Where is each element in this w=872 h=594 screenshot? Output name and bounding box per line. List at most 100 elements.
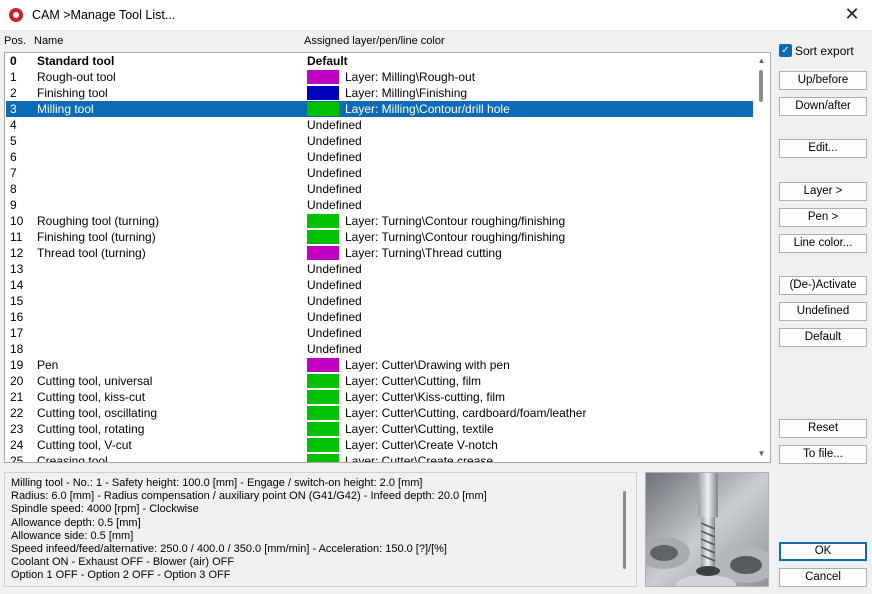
tool-row[interactable]: 14 Undefined xyxy=(6,277,754,293)
tool-position: 2 xyxy=(10,86,17,100)
tool-position: 15 xyxy=(10,294,24,308)
tool-row[interactable]: 5 Undefined xyxy=(6,133,754,149)
deactivate-button[interactable]: (De-)Activate xyxy=(779,276,867,295)
column-header-assignment[interactable]: Assigned layer/pen/line color xyxy=(304,35,445,47)
tool-position: 19 xyxy=(10,358,24,372)
tool-position: 13 xyxy=(10,262,24,276)
tool-detail-line: Allowance side: 0.5 [mm] xyxy=(11,529,134,542)
tool-assignment: Layer: Cutter\Create crease xyxy=(345,454,494,463)
default-button[interactable]: Default xyxy=(779,328,867,347)
tool-row[interactable]: 15 Undefined xyxy=(6,293,754,309)
to-file-button[interactable]: To file... xyxy=(779,445,867,464)
tool-position: 25 xyxy=(10,454,24,463)
color-swatch xyxy=(307,390,339,404)
edit-button[interactable]: Edit... xyxy=(779,139,867,158)
tool-position: 14 xyxy=(10,278,24,292)
color-swatch xyxy=(307,406,339,420)
tool-position: 1 xyxy=(10,70,17,84)
list-scrollbar[interactable]: ▲ ▼ xyxy=(753,53,770,462)
tool-row[interactable]: 12 Thread tool (turning) Layer: Turning\Th… xyxy=(6,245,754,261)
down-after-button[interactable]: Down/after xyxy=(779,97,867,116)
layer-button[interactable]: Layer > xyxy=(779,182,867,201)
tool-row[interactable]: 20 Cutting tool, universal Layer: Cutter\C… xyxy=(6,373,754,389)
tool-name: Standard tool xyxy=(37,54,115,68)
tool-row[interactable]: 16 Undefined xyxy=(6,309,754,325)
tool-assignment: Layer: Turning\Contour roughing/finishin… xyxy=(345,214,566,228)
tool-position: 16 xyxy=(10,310,24,324)
tool-row[interactable]: 11 Finishing tool (turning) Layer: Turning… xyxy=(6,229,754,245)
tool-row[interactable]: 19 Pen Layer: Cutter\Drawing with pen xyxy=(6,357,754,373)
undefined-button[interactable]: Undefined xyxy=(779,302,867,321)
tool-position: 18 xyxy=(10,342,24,356)
tool-list[interactable]: 0 Standard tool Default 1 Rough-out tool Laye… xyxy=(4,52,771,463)
tool-row[interactable]: 9 Undefined xyxy=(6,197,754,213)
close-icon[interactable]: ✕ xyxy=(842,4,862,24)
tool-position: 22 xyxy=(10,406,24,420)
tool-assignment: Undefined xyxy=(307,310,362,324)
details-scrollbar[interactable] xyxy=(623,491,626,569)
up-before-button[interactable]: Up/before xyxy=(779,71,867,90)
tool-position: 0 xyxy=(10,54,17,68)
tool-assignment: Undefined xyxy=(307,342,362,356)
tool-assignment: Undefined xyxy=(307,134,362,148)
tool-detail-line: Allowance depth: 0.5 [mm] xyxy=(11,516,141,529)
tool-row[interactable]: 18 Undefined xyxy=(6,341,754,357)
tool-name: Milling tool xyxy=(37,102,94,116)
tool-assignment: Layer: Turning\Thread cutting xyxy=(345,246,502,260)
color-swatch xyxy=(307,454,339,462)
tool-row[interactable]: 6 Undefined xyxy=(6,149,754,165)
tool-row[interactable]: 7 Undefined xyxy=(6,165,754,181)
pen-button[interactable]: Pen > xyxy=(779,208,867,227)
scroll-thumb[interactable] xyxy=(759,70,763,102)
tool-row[interactable]: 23 Cutting tool, rotating Layer: Cutter\Cu… xyxy=(6,421,754,437)
column-header-name[interactable]: Name xyxy=(34,35,63,47)
tool-row[interactable]: 4 Undefined xyxy=(6,117,754,133)
tool-assignment: Undefined xyxy=(307,278,362,292)
tool-row[interactable]: 0 Standard tool Default xyxy=(6,53,754,69)
tool-name: Thread tool (turning) xyxy=(37,246,146,260)
tool-assignment: Undefined xyxy=(307,262,362,276)
cancel-button[interactable]: Cancel xyxy=(779,568,867,587)
ok-button[interactable]: OK xyxy=(779,542,867,561)
tool-name: Rough-out tool xyxy=(37,70,116,84)
tool-position: 7 xyxy=(10,166,17,180)
color-swatch xyxy=(307,230,339,244)
tool-assignment: Layer: Turning\Contour roughing/finishin… xyxy=(345,230,566,244)
tool-detail-line: Option 1 OFF - Option 2 OFF - Option 3 O… xyxy=(11,569,231,582)
color-swatch xyxy=(307,422,339,436)
tool-assignment: Undefined xyxy=(307,150,362,164)
tool-position: 5 xyxy=(10,134,17,148)
color-swatch xyxy=(307,358,339,372)
tool-assignment: Undefined xyxy=(307,198,362,212)
tool-row[interactable]: 2 Finishing tool Layer: Milling\Finishing xyxy=(6,85,754,101)
tool-assignment: Layer: Cutter\Create V-notch xyxy=(345,438,498,452)
tool-row[interactable]: 17 Undefined xyxy=(6,325,754,341)
reset-button[interactable]: Reset xyxy=(779,419,867,438)
tool-assignment: Layer: Milling\Contour/drill hole xyxy=(345,102,510,116)
tool-assignment: Layer: Cutter\Cutting, cardboard/foam/le… xyxy=(345,406,587,420)
line-color-button[interactable]: Line color... xyxy=(779,234,867,253)
scroll-up-arrow-icon[interactable]: ▲ xyxy=(753,53,770,69)
tool-row[interactable]: 24 Cutting tool, V-cut Layer: Cutter\Creat… xyxy=(6,437,754,453)
tool-row[interactable]: 13 Undefined xyxy=(6,261,754,277)
tool-position: 24 xyxy=(10,438,24,452)
tool-position: 12 xyxy=(10,246,24,260)
tool-row[interactable]: 22 Cutting tool, oscillating Layer: Cutter… xyxy=(6,405,754,421)
tool-row[interactable]: 1 Rough-out tool Layer: Milling\Rough-out xyxy=(6,69,754,85)
tool-assignment: Layer: Cutter\Drawing with pen xyxy=(345,358,510,372)
tool-row[interactable]: 3 Milling tool Layer: Milling\Contour/dril… xyxy=(6,101,754,117)
scroll-down-arrow-icon[interactable]: ▼ xyxy=(753,446,770,462)
tool-row[interactable]: 25 Creasing tool Layer: Cutter\Create crea… xyxy=(6,453,754,463)
tool-position: 9 xyxy=(10,198,17,212)
tool-position: 3 xyxy=(10,102,17,116)
color-swatch xyxy=(307,70,339,84)
tool-row[interactable]: 21 Cutting tool, kiss-cut Layer: Cutter\Ki… xyxy=(6,389,754,405)
tool-row[interactable]: 10 Roughing tool (turning) Layer: Turning\… xyxy=(6,213,754,229)
tool-assignment: Undefined xyxy=(307,182,362,196)
tool-name: Cutting tool, oscillating xyxy=(37,406,158,420)
tool-assignment: Layer: Cutter\Kiss-cutting, film xyxy=(345,390,506,404)
checkmark-icon[interactable]: ✓ xyxy=(779,44,792,57)
tool-row[interactable]: 8 Undefined xyxy=(6,181,754,197)
column-header-pos[interactable]: Pos. xyxy=(4,35,26,47)
tool-assignment: Layer: Milling\Rough-out xyxy=(345,70,476,84)
